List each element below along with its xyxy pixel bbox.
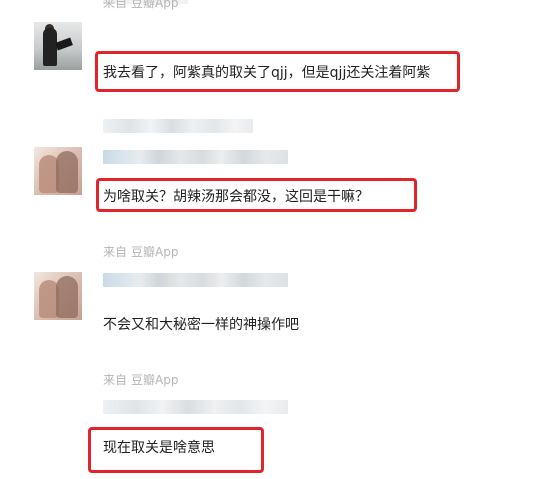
blurred-username <box>103 119 253 133</box>
source-app-link[interactable]: 豆瓣App <box>131 0 178 10</box>
user-avatar[interactable] <box>34 272 82 320</box>
source-prefix: 来自 <box>103 0 128 10</box>
source-app-link[interactable]: 豆瓣App <box>131 373 178 387</box>
comment-text: 不会又和大秘密一样的神操作吧 <box>103 317 299 333</box>
avatar-illustration-figure <box>56 151 78 193</box>
source-app-link[interactable]: 豆瓣App <box>131 245 178 259</box>
source-prefix: 来自 <box>103 373 128 387</box>
source-prefix: 来自 <box>103 245 128 259</box>
user-avatar[interactable] <box>34 22 82 70</box>
avatar-figure-bag <box>55 37 73 51</box>
blurred-username <box>103 400 288 414</box>
user-avatar[interactable] <box>34 147 82 195</box>
avatar-figure-body <box>43 28 57 66</box>
comment-source: 来自 豆瓣App <box>103 243 178 260</box>
blurred-username <box>103 150 288 164</box>
highlight-box <box>96 178 417 212</box>
blurred-username <box>103 273 288 287</box>
comment-source: 来自 豆瓣App <box>103 0 178 11</box>
highlight-box <box>95 51 460 92</box>
highlight-box <box>88 427 264 473</box>
avatar-illustration-figure <box>56 276 78 318</box>
comment-source: 来自 豆瓣App <box>103 371 178 388</box>
